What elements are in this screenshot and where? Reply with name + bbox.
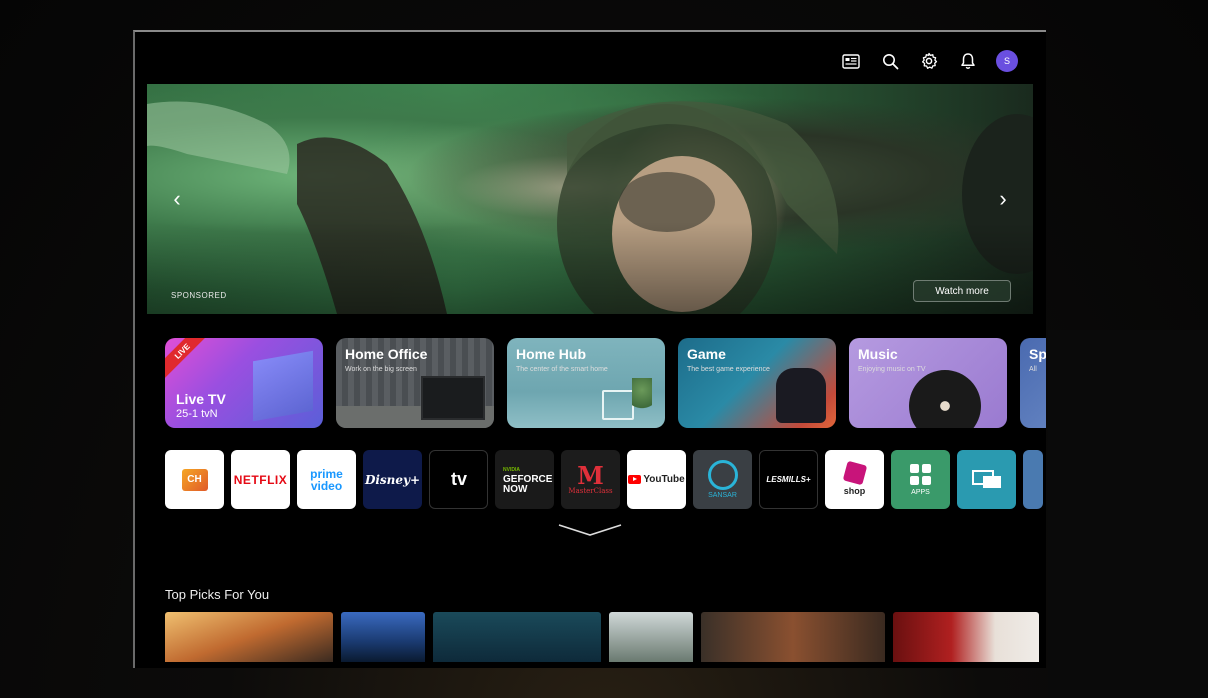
app-screen-share[interactable] bbox=[957, 450, 1016, 509]
app-row: CH NETFLIX prime video Disney+ tv NVIDIA… bbox=[165, 450, 1043, 509]
live-badge: LIVE bbox=[165, 338, 212, 381]
chair-art bbox=[602, 390, 634, 420]
card-subtitle: Work on the big screen bbox=[345, 366, 417, 373]
section-title: Top Picks For You bbox=[165, 587, 270, 602]
hero-prev-button[interactable]: ‹ bbox=[165, 184, 189, 214]
content-thumbnail[interactable] bbox=[165, 612, 333, 662]
hero-banner[interactable]: ‹ › SPONSORED Watch more bbox=[147, 84, 1033, 314]
hero-next-button[interactable]: › bbox=[991, 184, 1015, 214]
app-apple-tv[interactable]: tv bbox=[429, 450, 488, 509]
app-disney-plus[interactable]: Disney+ bbox=[363, 450, 422, 509]
plant-art bbox=[632, 378, 652, 418]
content-thumbnail[interactable] bbox=[433, 612, 601, 662]
channels-icon: CH bbox=[181, 468, 208, 491]
card-subtitle: The center of the smart home bbox=[516, 366, 608, 373]
watch-more-button[interactable]: Watch more bbox=[913, 280, 1011, 302]
card-home-office[interactable]: Home Office Work on the big screen bbox=[336, 338, 494, 428]
search-icon[interactable] bbox=[879, 50, 901, 72]
apple-tv-label: tv bbox=[450, 469, 467, 489]
tv-art bbox=[421, 376, 485, 420]
apps-label: APPS bbox=[911, 488, 930, 496]
masterclass-label: MasterClass bbox=[568, 486, 613, 495]
card-subtitle: Enjoying music on TV bbox=[858, 366, 926, 373]
card-title: Home Hub bbox=[516, 346, 586, 362]
bell-icon[interactable] bbox=[957, 50, 979, 72]
app-apps[interactable]: APPS bbox=[891, 450, 950, 509]
gaming-chair-art bbox=[776, 368, 826, 423]
card-live-tv[interactable]: LIVE Live TV 25-1 tvN bbox=[165, 338, 323, 428]
content-thumbnail[interactable] bbox=[341, 612, 425, 662]
prime-label: prime bbox=[310, 466, 343, 481]
category-cards: LIVE Live TV 25-1 tvN Home Office Work o… bbox=[165, 338, 1046, 428]
content-thumbnail[interactable] bbox=[893, 612, 1039, 662]
app-netflix[interactable]: NETFLIX bbox=[231, 450, 290, 509]
card-title: Game bbox=[687, 346, 726, 362]
top-bar: S bbox=[840, 50, 1018, 72]
live-tv-art bbox=[253, 350, 313, 422]
card-title: Home Office bbox=[345, 346, 428, 362]
app-prime-video[interactable]: prime video bbox=[297, 450, 356, 509]
content-thumbnail[interactable] bbox=[609, 612, 693, 662]
card-sports[interactable]: Sp All bbox=[1020, 338, 1046, 428]
card-channel: 25-1 tvN bbox=[176, 408, 218, 420]
card-game[interactable]: Game The best game experience bbox=[678, 338, 836, 428]
masterclass-icon: M bbox=[577, 460, 604, 490]
background-shade bbox=[1048, 330, 1208, 698]
apps-grid-icon bbox=[910, 463, 931, 485]
app-masterclass[interactable]: M MasterClass bbox=[561, 450, 620, 509]
sponsored-label: SPONSORED bbox=[171, 291, 227, 300]
expand-chevron-icon[interactable] bbox=[557, 523, 623, 542]
app-channels[interactable]: CH bbox=[165, 450, 224, 509]
sansar-label: SANSAR bbox=[708, 492, 737, 499]
vinyl-record-art bbox=[909, 370, 981, 428]
top-picks-row bbox=[165, 612, 1039, 662]
now-label: NOW bbox=[503, 483, 528, 495]
app-geforce-now[interactable]: NVIDIA GEFORCE NOW bbox=[495, 450, 554, 509]
geforce-label: GEFORCE bbox=[503, 473, 553, 485]
card-title: Live TV bbox=[176, 391, 226, 407]
nvidia-label: NVIDIA bbox=[503, 466, 520, 473]
shoptime-icon bbox=[842, 460, 867, 486]
profile-avatar[interactable]: S bbox=[996, 50, 1018, 72]
app-sansar[interactable]: SANSAR bbox=[693, 450, 752, 509]
app-partial[interactable] bbox=[1023, 450, 1043, 509]
youtube-label: YouTube bbox=[643, 474, 685, 485]
card-subtitle: All bbox=[1029, 366, 1037, 373]
screen-share-icon bbox=[971, 469, 1001, 488]
app-youtube[interactable]: YouTube bbox=[627, 450, 686, 509]
youtube-icon bbox=[628, 475, 642, 484]
card-music[interactable]: Music Enjoying music on TV bbox=[849, 338, 1007, 428]
sansar-icon bbox=[707, 460, 738, 490]
video-label: video bbox=[310, 478, 343, 493]
settings-icon[interactable] bbox=[918, 50, 940, 72]
card-home-hub[interactable]: Home Hub The center of the smart home bbox=[507, 338, 665, 428]
content-thumbnail[interactable] bbox=[701, 612, 885, 662]
guide-icon[interactable] bbox=[840, 50, 862, 72]
card-subtitle: The best game experience bbox=[687, 366, 770, 373]
shop-label: shop bbox=[843, 486, 866, 496]
card-title: Music bbox=[858, 346, 898, 362]
card-title: Sp bbox=[1029, 346, 1046, 362]
tv-screen: S ‹ › SPONSORED Watch more LIVE Live TV … bbox=[133, 30, 1046, 668]
app-shoptime[interactable]: shop bbox=[825, 450, 884, 509]
hero-overlay bbox=[147, 84, 1033, 314]
app-lesmills[interactable]: LESMILLS+ bbox=[759, 450, 818, 509]
